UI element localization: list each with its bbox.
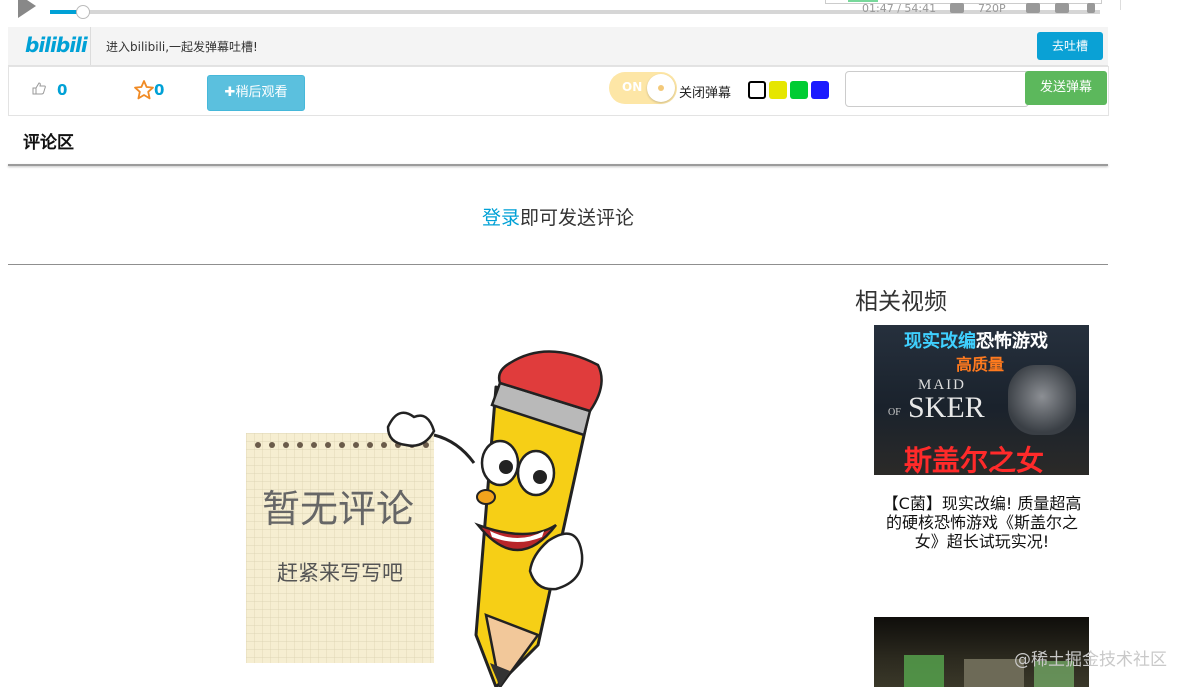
thumbnail-caption-mid: 高质量 bbox=[956, 355, 1005, 374]
empty-comments-title: 暂无评论 bbox=[262, 487, 415, 531]
thumbnail-caption-bottom: 斯盖尔之女 bbox=[904, 444, 1045, 475]
progress-fill bbox=[50, 10, 78, 14]
divider bbox=[8, 164, 1108, 166]
danmaku-prompt: 进入bilibili,一起发弹幕吐槽! bbox=[106, 40, 258, 54]
star-icon[interactable] bbox=[133, 79, 155, 101]
like-count: 0 bbox=[57, 81, 68, 99]
video-thumbnail[interactable]: 现实改编恐怖游戏 高质量 MAID OF SKER 斯盖尔之女 bbox=[874, 325, 1089, 475]
watermark: @稀土掘金技术社区 bbox=[1014, 650, 1167, 670]
color-swatch-yellow[interactable] bbox=[769, 81, 787, 99]
empty-comments-subtitle: 赶紧来写写吧 bbox=[277, 561, 403, 585]
thumbnail-game-logo-line2: SKER bbox=[908, 391, 985, 424]
thumbnail-caption-highlight: 现实改编 bbox=[904, 331, 976, 352]
thumbnail-caption-top: 现实改编恐怖游戏 bbox=[904, 327, 1048, 353]
thumbnail-game-logo-of: OF bbox=[888, 407, 901, 418]
watch-later-button[interactable]: ✚稍后观看 bbox=[207, 75, 305, 111]
toggle-knob-dot bbox=[658, 85, 664, 91]
fullscreen-icon[interactable] bbox=[1087, 3, 1095, 13]
login-prompt: 登录即可发送评论 bbox=[0, 203, 1116, 230]
related-videos-heading: 相关视频 bbox=[855, 289, 947, 315]
danmaku-input[interactable] bbox=[845, 71, 1029, 107]
settings-icon[interactable] bbox=[1055, 3, 1069, 13]
watch-later-label: 稍后观看 bbox=[235, 85, 288, 100]
toggle-label: 关闭弹幕 bbox=[679, 86, 732, 101]
tucao-button[interactable]: 去吐槽 bbox=[1037, 32, 1103, 60]
time-readout: 01:47 / 54:41 bbox=[862, 2, 937, 15]
quality-selector[interactable]: 720P bbox=[978, 2, 1006, 15]
comment-section-heading: 评论区 bbox=[23, 133, 74, 153]
color-swatch-green[interactable] bbox=[790, 81, 808, 99]
thumbs-up-icon[interactable] bbox=[32, 82, 46, 95]
toggle-state-label: ON bbox=[622, 80, 643, 94]
thumbnail-screen-glow bbox=[904, 655, 944, 687]
login-suffix: 即可发送评论 bbox=[520, 207, 635, 229]
bilibili-logo[interactable]: bilibili bbox=[25, 33, 88, 57]
color-swatch-blue[interactable] bbox=[811, 81, 829, 99]
volume-icon[interactable] bbox=[950, 3, 964, 13]
send-danmaku-button[interactable]: 发送弹幕 bbox=[1025, 71, 1107, 105]
thumbnail-caption-rest: 恐怖游戏 bbox=[976, 331, 1048, 352]
color-swatch-white[interactable] bbox=[748, 81, 766, 99]
related-video-title[interactable]: 【C菌】现实改编! 质量超高的硬核恐怖游戏《斯盖尔之女》超长试玩实况! bbox=[878, 494, 1086, 551]
play-icon[interactable] bbox=[18, 0, 36, 18]
favorite-count: 0 bbox=[154, 81, 165, 99]
danmaku-icon[interactable] bbox=[1026, 3, 1040, 13]
divider bbox=[8, 264, 1108, 265]
plus-icon: ✚ bbox=[224, 85, 236, 100]
thumbnail-face bbox=[1008, 365, 1076, 435]
progress-bar[interactable] bbox=[50, 10, 1100, 14]
login-link[interactable]: 登录 bbox=[482, 207, 520, 229]
divider bbox=[1120, 0, 1121, 10]
divider bbox=[90, 27, 91, 65]
progress-handle[interactable] bbox=[76, 5, 90, 19]
